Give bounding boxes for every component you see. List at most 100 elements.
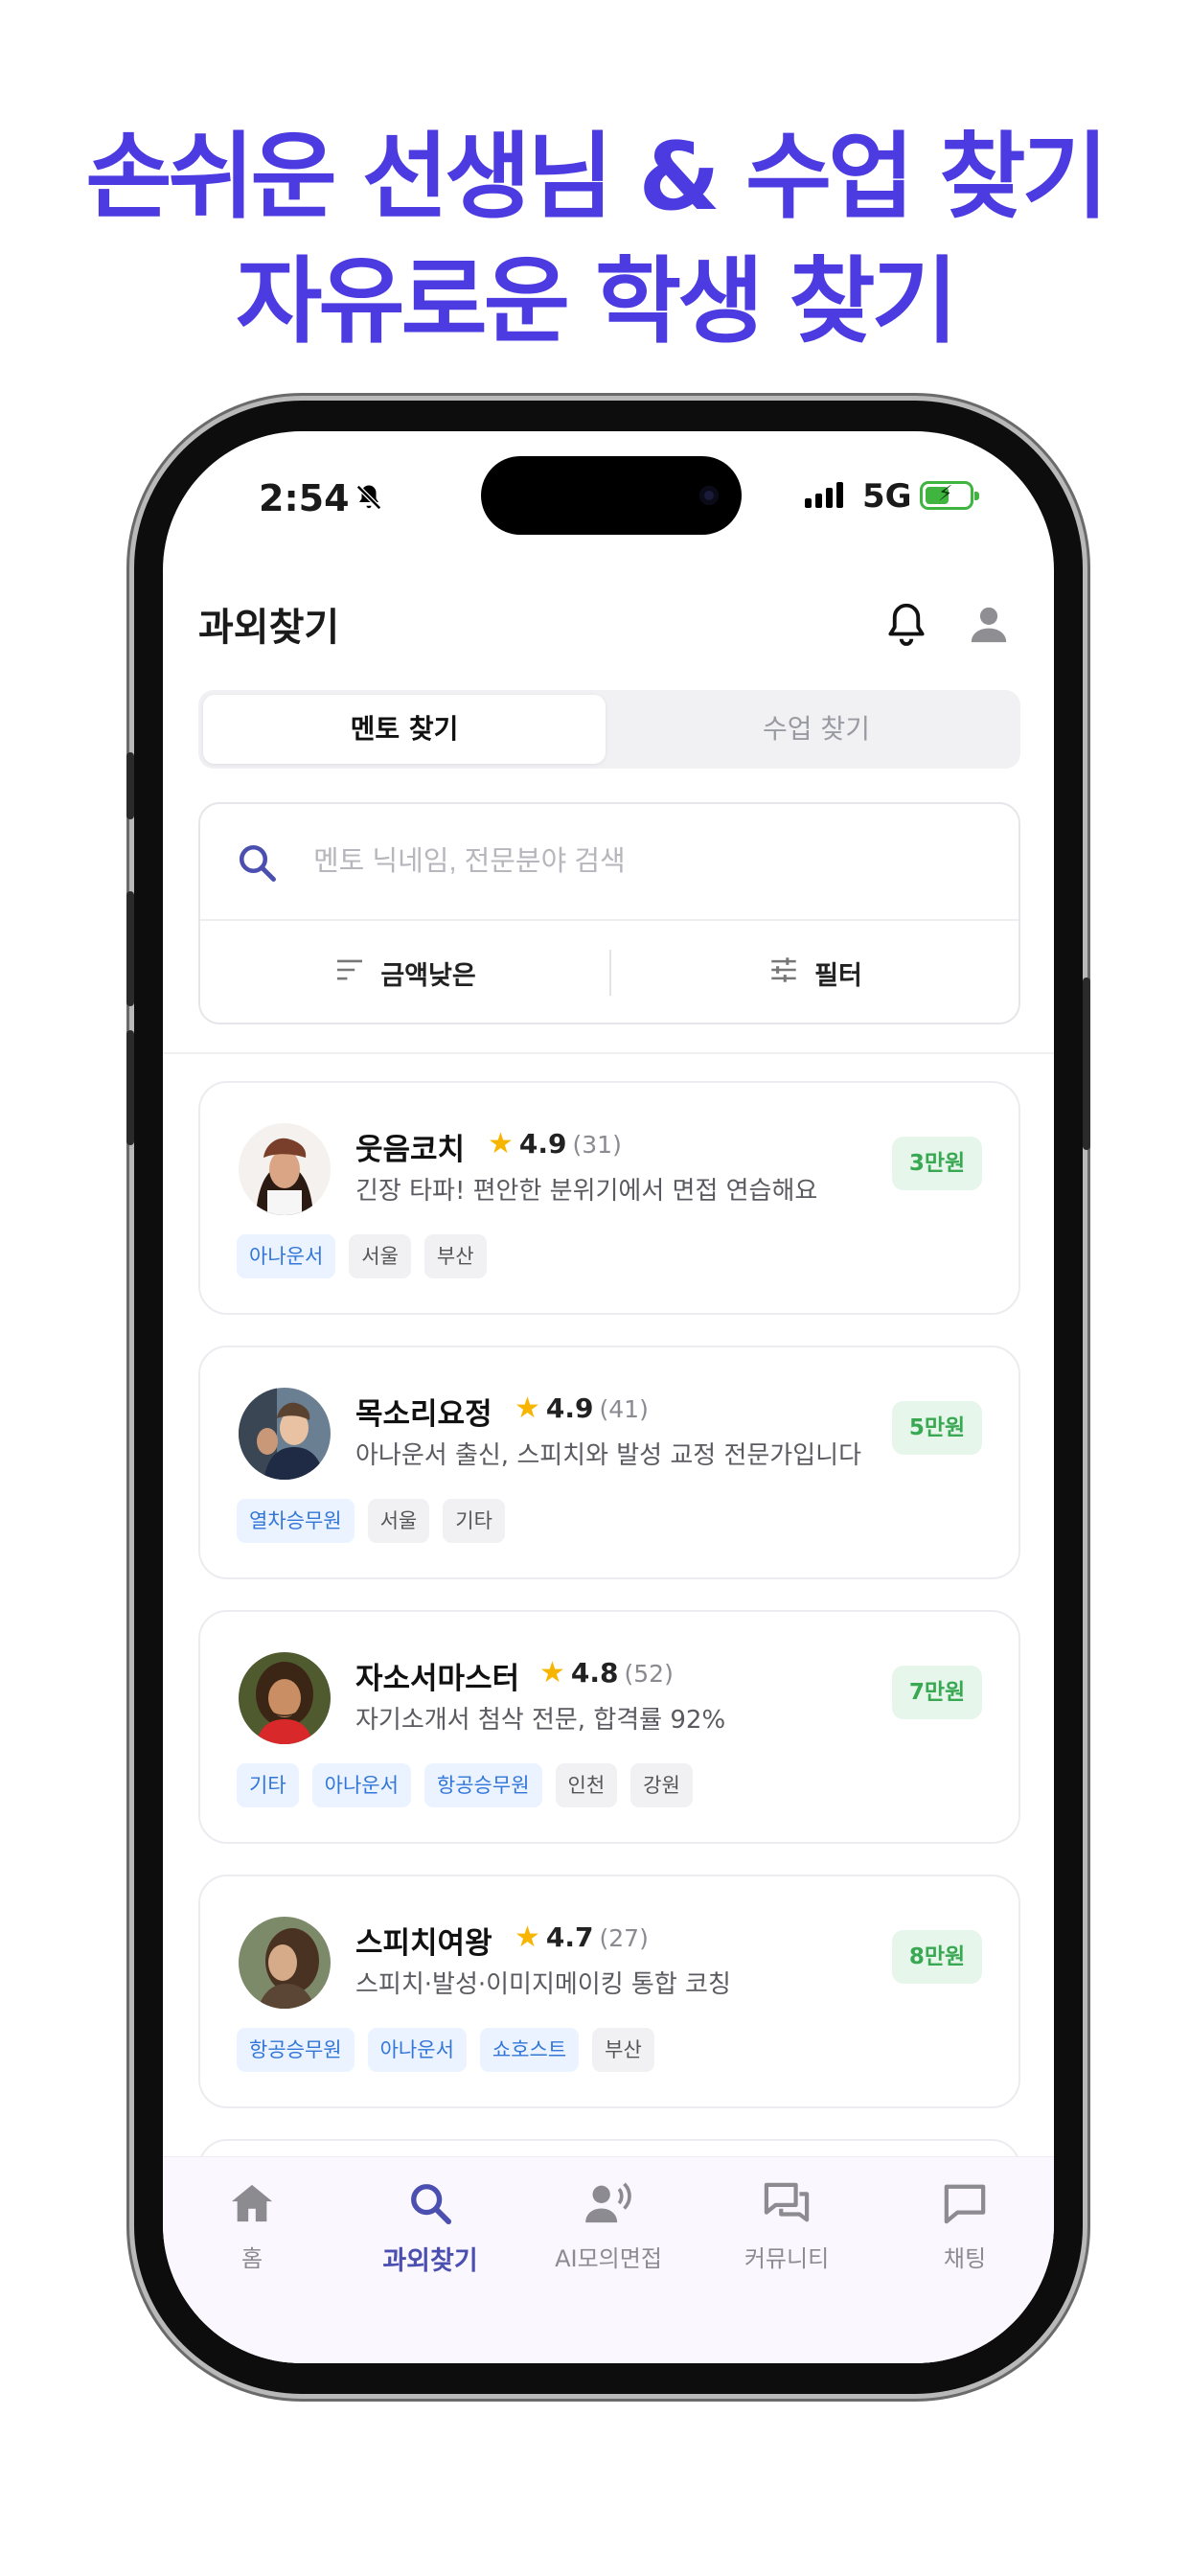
filter-button[interactable]: 필터 (610, 921, 1020, 1024)
mentor-name: 목소리요정 (355, 1397, 492, 1432)
nav-label: 과외찾기 (382, 2246, 478, 2276)
star-icon: ★ (515, 1392, 540, 1425)
section-divider (163, 1052, 1054, 1054)
mentor-card[interactable]: 목소리요정 ★ 4.9 (41) 아나운서 출신, 스피치와 발성 교정 전문가… (198, 1346, 1020, 1579)
mentor-description: 자기소개서 첨삭 전문, 합격률 92% (355, 1706, 726, 1735)
search-icon (408, 2181, 452, 2229)
star-icon: ★ (488, 1127, 514, 1161)
nav-community[interactable]: 커뮤니티 (698, 2176, 876, 2273)
tag: 아나운서 (237, 1234, 336, 1278)
nav-label: 홈 (240, 2245, 263, 2272)
tag-list: 항공승무원 아나운서 쇼호스트 부산 (237, 2028, 654, 2072)
review-count: (52) (624, 1660, 674, 1688)
review-count: (41) (599, 1395, 649, 1423)
tab-find-class[interactable]: 수업 찾기 (615, 695, 1018, 764)
review-count: (31) (572, 1131, 622, 1159)
avatar (239, 1123, 331, 1215)
tag: 항공승무원 (237, 2028, 355, 2072)
tag: 아나운서 (367, 2028, 467, 2072)
mentor-description: 긴장 타파! 편안한 분위기에서 면접 연습해요 (355, 1177, 818, 1206)
avatar (239, 1652, 331, 1744)
nav-ai-interview[interactable]: AI모의면접 (519, 2176, 698, 2273)
tag: 서울 (367, 1499, 430, 1543)
filter-label: 필터 (814, 960, 862, 991)
tag: 항공승무원 (423, 1763, 542, 1807)
star-icon: ★ (539, 1656, 565, 1690)
promo-headline: 손쉬운 선생님 & 수업 찾기 자유로운 학생 찾기 (0, 115, 1190, 364)
tag: 서울 (349, 1234, 411, 1278)
search-card: 금액낮은 필터 (198, 802, 1020, 1024)
sort-button[interactable]: 금액낮은 (200, 921, 610, 1024)
price-badge: 7만원 (892, 1666, 982, 1719)
tag: 부산 (592, 2028, 654, 2072)
user-icon[interactable] (968, 606, 1010, 648)
nav-label: 채팅 (943, 2245, 987, 2272)
sliders-icon (768, 956, 799, 990)
chat-icon (943, 2182, 987, 2228)
headline-line-2: 자유로운 학생 찾기 (236, 247, 958, 356)
bottom-nav: 홈 과외찾기 AI모의면접 커뮤니티 채팅 (163, 2156, 1054, 2363)
review-count: (27) (599, 1924, 649, 1952)
home-icon (230, 2182, 274, 2228)
mentor-card[interactable]: 자소서마스터 ★ 4.8 (52) 자기소개서 첨삭 전문, 합격률 92% 7… (198, 1610, 1020, 1844)
status-time: 2:54 (259, 477, 350, 519)
bell-slash-icon (355, 483, 383, 516)
network-type: 5G (862, 477, 912, 516)
nav-chat[interactable]: 채팅 (876, 2176, 1054, 2273)
headline-line-1: 손쉬운 선생님 & 수업 찾기 (85, 123, 1109, 232)
rating-score: 4.9 (518, 1128, 567, 1160)
power-button (1083, 978, 1090, 1150)
price-badge: 3만원 (892, 1137, 982, 1190)
nav-find-tutor[interactable]: 과외찾기 (341, 2176, 519, 2277)
tag-list: 열차승무원 서울 기타 (237, 1499, 505, 1543)
tag: 쇼호스트 (479, 2028, 580, 2072)
mentor-rating: ★ 4.9 (31) (488, 1127, 622, 1161)
search-icon (237, 842, 277, 886)
sort-label: 금액낮은 (380, 960, 476, 991)
tag: 열차승무원 (237, 1499, 355, 1543)
price-badge: 5만원 (892, 1401, 982, 1455)
nav-label: AI모의면접 (555, 2245, 662, 2272)
mentor-description: 스피치·발성·이미지메이킹 통합 코칭 (355, 1970, 731, 1999)
price-badge: 8만원 (892, 1930, 982, 1984)
tag-list: 기타 아나운서 항공승무원 인천 강원 (237, 1763, 693, 1807)
front-camera (699, 486, 719, 505)
tag: 강원 (630, 1763, 693, 1807)
volume-down-button (126, 1030, 134, 1145)
action-button (126, 752, 134, 819)
mentor-class-toggle: 멘토 찾기 수업 찾기 (198, 690, 1020, 769)
mentor-description: 아나운서 출신, 스피치와 발성 교정 전문가입니다 (355, 1441, 861, 1470)
tag-list: 아나운서 서울 부산 (237, 1234, 487, 1278)
tag: 기타 (237, 1763, 299, 1807)
search-row (200, 804, 1018, 921)
battery-icon: ⚡ (920, 481, 979, 510)
avatar (239, 1917, 331, 2009)
tag: 부산 (423, 1234, 487, 1278)
tag: 기타 (443, 1499, 505, 1543)
avatar (239, 1388, 331, 1480)
mentor-rating: ★ 4.7 (27) (515, 1920, 649, 1954)
phone-screen: 2:54 5G ⚡ 과외찾기 멘토 찾기 수업 찾기 금액낮은 (163, 431, 1054, 2363)
mentor-card[interactable]: 스피치여왕 ★ 4.7 (27) 스피치·발성·이미지메이킹 통합 코칭 8만원… (198, 1874, 1020, 2108)
mentor-name: 자소서마스터 (355, 1662, 520, 1696)
signal-icon (805, 481, 843, 508)
voice-user-icon (584, 2182, 633, 2228)
nav-home[interactable]: 홈 (163, 2176, 341, 2273)
tag: 아나운서 (311, 1763, 411, 1807)
bell-icon[interactable] (886, 602, 927, 650)
mentor-rating: ★ 4.9 (41) (515, 1392, 649, 1425)
mentor-name: 웃음코치 (355, 1133, 466, 1167)
rating-score: 4.7 (545, 1921, 594, 1953)
page-title: 과외찾기 (198, 606, 340, 650)
mentor-card[interactable]: 웃음코치 ★ 4.9 (31) 긴장 타파! 편안한 분위기에서 면접 연습해요… (198, 1081, 1020, 1315)
volume-up-button (126, 891, 134, 1006)
mentor-rating: ★ 4.8 (52) (539, 1656, 674, 1690)
sort-icon (334, 957, 365, 989)
chat-bubbles-icon (763, 2181, 811, 2229)
nav-label: 커뮤니티 (744, 2245, 830, 2272)
tab-find-mentor[interactable]: 멘토 찾기 (203, 695, 606, 764)
tag: 인천 (555, 1763, 618, 1807)
star-icon: ★ (515, 1920, 540, 1954)
search-input[interactable] (313, 837, 965, 886)
mentor-name: 스피치여왕 (355, 1926, 492, 1961)
